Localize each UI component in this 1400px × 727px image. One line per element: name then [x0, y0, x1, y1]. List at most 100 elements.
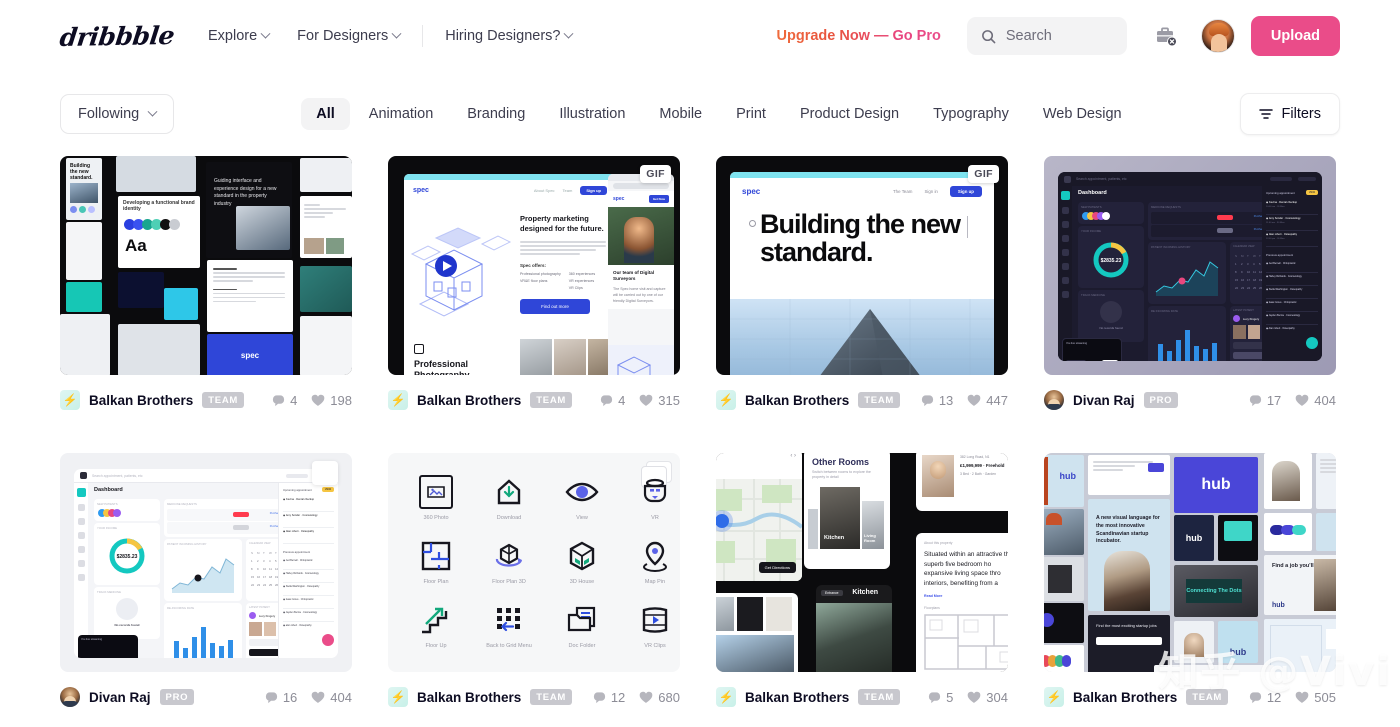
tab-illustration[interactable]: Illustration: [544, 98, 640, 130]
likes-stat[interactable]: 404: [1295, 393, 1336, 408]
art-feature-3: VR experiences: [569, 279, 595, 283]
status-badge[interactable]: TEAM: [530, 689, 572, 705]
nav-item-explore[interactable]: Explore: [208, 28, 269, 44]
upload-button[interactable]: Upload: [1251, 16, 1340, 56]
search-input[interactable]: Search: [967, 17, 1127, 55]
comments-stat[interactable]: 4: [272, 393, 297, 408]
heart-icon: [639, 394, 653, 407]
shot-meta: Divan Raj PRO 16 404: [60, 680, 352, 714]
briefcase-disabled-icon[interactable]: [1153, 23, 1179, 49]
shot-thumbnail[interactable]: hub: [1044, 453, 1336, 672]
author-name[interactable]: Balkan Brothers: [1073, 690, 1177, 705]
likes-stat[interactable]: 404: [311, 690, 352, 705]
icon-vr-clips[interactable]: VR Clips: [629, 603, 680, 649]
art-headline: Building the new standard.: [730, 205, 994, 267]
tab-branding[interactable]: Branding: [452, 98, 540, 130]
author-avatar[interactable]: [60, 390, 80, 410]
upgrade-go-pro-link[interactable]: Upgrade Now — Go Pro: [777, 28, 941, 44]
icon-map-pin[interactable]: Map Pin: [629, 539, 680, 585]
icon-download[interactable]: Download: [483, 475, 535, 521]
comments-stat[interactable]: 12: [593, 690, 625, 705]
tab-mobile[interactable]: Mobile: [644, 98, 717, 130]
status-badge[interactable]: TEAM: [202, 392, 244, 408]
status-badge[interactable]: TEAM: [858, 392, 900, 408]
tab-print[interactable]: Print: [721, 98, 781, 130]
author-name[interactable]: Balkan Brothers: [745, 393, 849, 408]
status-badge[interactable]: PRO: [1144, 392, 1179, 408]
author-avatar[interactable]: [716, 687, 736, 707]
likes-stat[interactable]: 447: [967, 393, 1008, 408]
following-dropdown[interactable]: Following: [60, 94, 174, 134]
comments-stat[interactable]: 5: [928, 690, 953, 705]
likes-stat[interactable]: 505: [1295, 690, 1336, 705]
comments-stat[interactable]: 12: [1249, 690, 1281, 705]
author-avatar[interactable]: [60, 687, 80, 707]
shot-thumbnail[interactable]: Building the new standard. Developing a …: [60, 156, 352, 375]
author-avatar[interactable]: [388, 687, 408, 707]
author-name[interactable]: Balkan Brothers: [89, 393, 193, 408]
360-photo-icon: [419, 475, 453, 509]
shot-art-spec-landing: spec About Spec Team Sign up: [388, 156, 680, 375]
comments-count: 12: [611, 690, 625, 705]
shot-card: GIF spec The Team Sign in Sign up Buildi…: [716, 156, 1008, 417]
shot-thumbnail[interactable]: Search appointment, patients, etc: [60, 453, 352, 672]
tab-product-design[interactable]: Product Design: [785, 98, 914, 130]
author-name[interactable]: Balkan Brothers: [745, 690, 849, 705]
author-avatar[interactable]: [716, 390, 736, 410]
icon-3d-house[interactable]: 3D House: [556, 539, 608, 585]
nav-item-hiring-designers[interactable]: Hiring Designers?: [445, 28, 572, 44]
author-avatar[interactable]: [388, 390, 408, 410]
status-badge[interactable]: TEAM: [530, 392, 572, 408]
comments-stat[interactable]: 16: [265, 690, 297, 705]
likes-stat[interactable]: 198: [311, 393, 352, 408]
shot-thumbnail[interactable]: ‹ › Get Directions: [716, 453, 1008, 672]
icon-360-photo[interactable]: 360 Photo: [410, 475, 462, 521]
status-badge[interactable]: PRO: [160, 689, 195, 705]
author-avatar[interactable]: [1044, 390, 1064, 410]
icon-doc-folder[interactable]: Doc Folder: [556, 603, 608, 649]
icon-floor-plan-3d[interactable]: Floor Plan 3D: [483, 539, 535, 585]
dribbble-logo[interactable]: dribbble: [58, 21, 176, 52]
tab-animation[interactable]: Animation: [354, 98, 448, 130]
icon-floor-plan[interactable]: Floor Plan: [410, 539, 462, 585]
author-name[interactable]: Divan Raj: [89, 690, 151, 705]
tab-typography[interactable]: Typography: [918, 98, 1024, 130]
likes-stat[interactable]: 304: [967, 690, 1008, 705]
likes-stat[interactable]: 315: [639, 393, 680, 408]
shot-stats: 13 447: [921, 393, 1008, 408]
tab-all[interactable]: All: [301, 98, 350, 130]
icon-floor-up[interactable]: Floor Up: [410, 603, 462, 649]
shot-thumbnail[interactable]: GIF spec The Team Sign in Sign up Buildi…: [716, 156, 1008, 375]
author-name[interactable]: Divan Raj: [1073, 393, 1135, 408]
svg-text:S: S: [251, 551, 253, 555]
icon-vr[interactable]: VR: [629, 475, 680, 521]
comments-stat[interactable]: 13: [921, 393, 953, 408]
likes-stat[interactable]: 680: [639, 690, 680, 705]
filters-button[interactable]: Filters: [1240, 93, 1340, 135]
tab-web-design[interactable]: Web Design: [1028, 98, 1137, 130]
nav-item-for-designers[interactable]: For Designers: [297, 28, 400, 44]
art-feature-4: VR Clips: [569, 286, 595, 290]
avatar[interactable]: [1201, 19, 1235, 53]
shot-thumbnail[interactable]: 360 Photo Download View: [388, 453, 680, 672]
author-name[interactable]: Balkan Brothers: [417, 393, 521, 408]
svg-text:2: 2: [1241, 262, 1243, 266]
shot-thumbnail[interactable]: GIF spec About Spec Team Sign up: [388, 156, 680, 375]
shot-thumbnail[interactable]: Search appointment, patients, etc: [1044, 156, 1336, 375]
shot-stats: 4 315: [600, 393, 680, 408]
status-badge[interactable]: TEAM: [858, 689, 900, 705]
author-avatar[interactable]: [1044, 687, 1064, 707]
status-badge[interactable]: TEAM: [1186, 689, 1228, 705]
comments-stat[interactable]: 4: [600, 393, 625, 408]
comment-icon: [1249, 691, 1262, 704]
donut-chart: $2835.23: [94, 533, 160, 581]
svg-text:4: 4: [269, 559, 271, 563]
comments-count: 13: [939, 393, 953, 408]
icon-back-to-grid-menu[interactable]: Back to Grid Menu: [476, 603, 542, 649]
dashboard-window: Search appointment, patients, etc: [1058, 172, 1322, 361]
art-side-0: Upcoming appointment: [1266, 191, 1295, 195]
icon-label: 360 Photo: [410, 515, 462, 521]
comments-stat[interactable]: 17: [1249, 393, 1281, 408]
author-name[interactable]: Balkan Brothers: [417, 690, 521, 705]
icon-view[interactable]: View: [556, 475, 608, 521]
